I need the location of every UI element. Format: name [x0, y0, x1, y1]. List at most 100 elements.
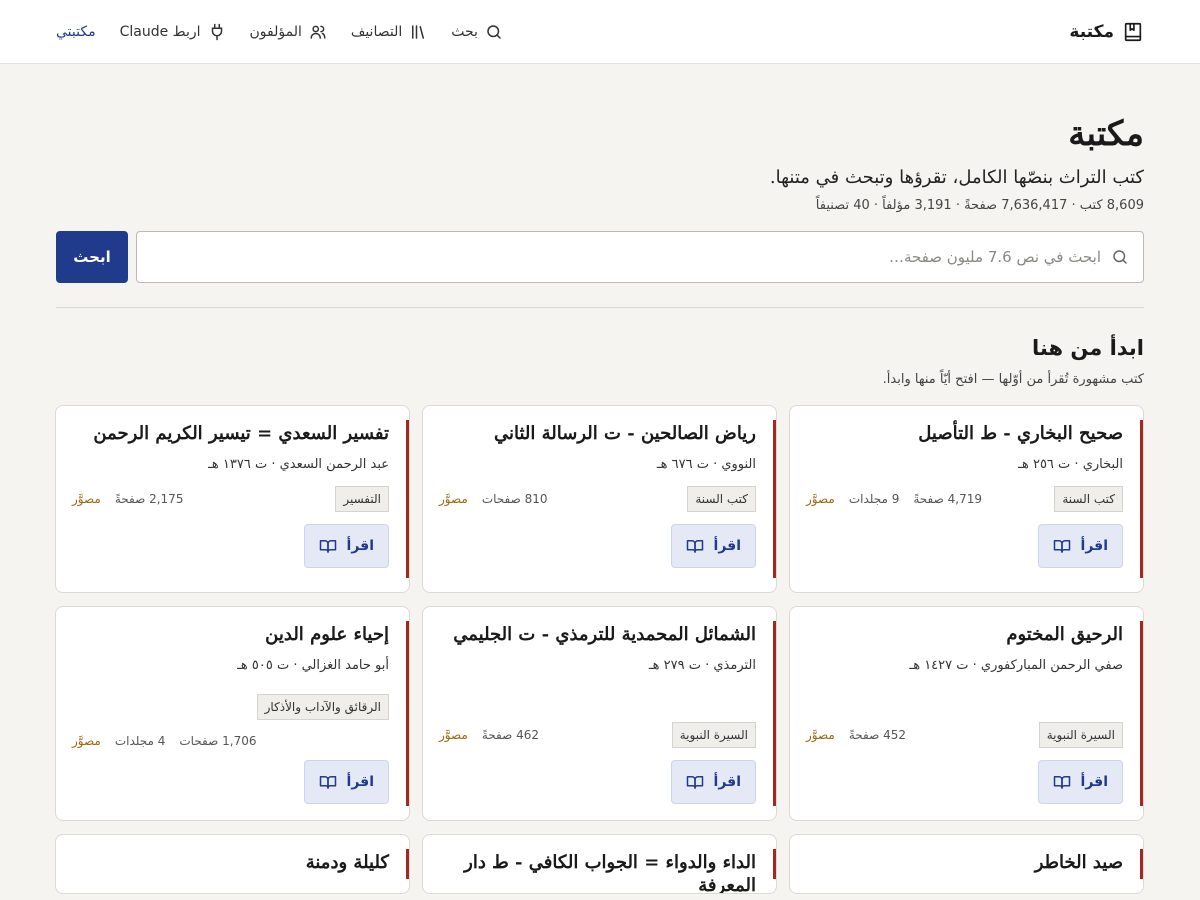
start-here-section: ابدأ من هنا كتب مشهورة تُقرأ من أوّلها —… — [56, 336, 1144, 387]
open-book-icon — [686, 540, 703, 553]
book-stats: 452 صفحةً مصوَّر — [806, 728, 906, 742]
volume-count: 9 مجلدات — [848, 492, 900, 507]
category-tag[interactable]: الرقائق والآداب والأذكار — [256, 693, 389, 720]
scanned-badge: مصوَّر — [439, 727, 468, 742]
section-subtitle: كتب مشهورة تُقرأ من أوّلها — افتح أيّاً … — [882, 371, 1144, 387]
book-title[interactable]: رياض الصالحين - ت الرسالة الثاني — [439, 422, 756, 445]
read-label: اقرأ — [1080, 538, 1108, 555]
open-book-icon — [319, 775, 336, 789]
book-card[interactable]: الداء والدواء = الجواب الكافي - ط دار ال… — [422, 833, 777, 894]
main-content: مكتبة كتب التراث بنصّها الكامل، تقرؤها و… — [0, 64, 1200, 894]
book-title[interactable]: كليلة ودمنة — [72, 851, 389, 874]
category-tag[interactable]: السيرة النبوية — [1038, 721, 1123, 748]
brand-label: مكتبة — [1069, 21, 1114, 42]
search-input[interactable] — [151, 247, 1101, 266]
read-label: اقرأ — [346, 773, 374, 790]
book-meta: السيرة النبوية 462 صفحةً مصوَّر — [439, 721, 756, 748]
book-title[interactable]: تفسير السعدي = تيسير الكريم الرحمن — [72, 422, 389, 445]
nav-connect-claude[interactable]: اربط Claude — [120, 23, 226, 41]
book-card[interactable]: إحياء علوم الدين أبو حامد الغزالي · ت ٥٠… — [55, 605, 410, 821]
book-card[interactable]: صيد الخاطر — [789, 833, 1144, 894]
plug-icon — [211, 23, 222, 40]
book-card[interactable]: صحيح البخاري - ط التأصيل البخاري · ت ٢٥٦… — [789, 404, 1144, 593]
hero: مكتبة كتب التراث بنصّها الكامل، تقرؤها و… — [56, 64, 1144, 283]
nav-search[interactable]: بحث — [451, 23, 503, 41]
book-meta: 1,706 صفحات 4 مجلدات مصوَّر — [72, 734, 389, 748]
page-count: 2,175 صفحةً — [114, 492, 184, 507]
book-stats: 4,719 صفحةً 9 مجلدات مصوَّر — [806, 492, 982, 506]
book-card[interactable]: الرحيق المختوم صفي الرحمن المباركفوري · … — [789, 605, 1144, 821]
book-meta: التفسير 2,175 صفحةً مصوَّر — [72, 486, 389, 513]
nav-authors-label: المؤلفون — [249, 23, 302, 40]
read-button[interactable]: اقرأ — [303, 524, 389, 569]
book-author: أبو حامد الغزالي · ت ٥٠٥ هـ — [237, 658, 389, 674]
book-title[interactable]: الرحيق المختوم — [806, 623, 1123, 646]
read-button[interactable]: اقرأ — [303, 759, 389, 804]
read-button[interactable]: اقرأ — [670, 759, 756, 804]
read-button[interactable]: اقرأ — [1037, 759, 1123, 804]
book-meta: كتب السنة 810 صفحات مصوَّر — [439, 486, 756, 513]
book-stats: 810 صفحات مصوَّر — [439, 492, 548, 506]
book-card[interactable]: الشمائل المحمدية للترمذي - ت الجليمي الت… — [422, 605, 777, 821]
top-bar: مكتبة بحث التصانيف المؤلفون اربط Claude … — [0, 0, 1200, 64]
book-stats: 2,175 صفحةً مصوَّر — [72, 492, 183, 506]
read-label: اقرأ — [713, 773, 741, 790]
nav-my-library-label: مكتبتي — [56, 23, 96, 40]
read-label: اقرأ — [346, 538, 374, 555]
book-title[interactable]: صيد الخاطر — [806, 851, 1123, 874]
library-stats: 8,609 كتب · 7,636,417 صفحةً · 3,191 مؤلف… — [815, 197, 1144, 213]
book-stats: 1,706 صفحات 4 مجلدات مصوَّر — [72, 734, 257, 748]
book-meta: كتب السنة 4,719 صفحةً 9 مجلدات مصوَّر — [806, 486, 1123, 513]
nav-authors[interactable]: المؤلفون — [250, 23, 327, 41]
search-icon — [1113, 250, 1127, 264]
book-author: الترمذي · ت ٢٧٩ هـ — [648, 658, 756, 674]
book-title[interactable]: الشمائل المحمدية للترمذي - ت الجليمي — [439, 623, 756, 646]
scanned-badge: مصوَّر — [72, 733, 101, 748]
open-book-icon — [1053, 540, 1070, 553]
page-title: مكتبة — [1068, 114, 1144, 154]
nav-my-library[interactable]: مكتبتي — [56, 24, 96, 40]
brand[interactable]: مكتبة — [1069, 21, 1144, 43]
page-subtitle: كتب التراث بنصّها الكامل، تقرؤها وتبحث ف… — [769, 166, 1144, 188]
card-footer: السيرة النبوية 452 صفحةً مصوَّر اقرأ — [806, 721, 1123, 804]
open-book-icon — [319, 540, 336, 553]
category-tag[interactable]: كتب السنة — [687, 486, 756, 513]
book-title[interactable]: صحيح البخاري - ط التأصيل — [806, 422, 1123, 445]
volume-count: 4 مجلدات — [114, 733, 166, 748]
page-count: 4,719 صفحةً — [913, 492, 982, 507]
book-card[interactable]: رياض الصالحين - ت الرسالة الثاني النووي … — [422, 404, 777, 593]
nav-search-label: بحث — [451, 23, 478, 40]
book-card[interactable]: كليلة ودمنة — [55, 833, 410, 894]
book-meta: السيرة النبوية 452 صفحةً مصوَّر — [806, 721, 1123, 748]
read-button[interactable]: اقرأ — [670, 524, 756, 569]
category-tag[interactable]: السيرة النبوية — [671, 721, 756, 748]
search-button[interactable]: ابحث — [56, 230, 128, 283]
read-label: اقرأ — [713, 538, 741, 555]
nav-connect-claude-label: اربط Claude — [119, 23, 201, 40]
page-count: 452 صفحةً — [848, 727, 906, 742]
card-footer: الرقائق والآداب والأذكار 1,706 صفحات 4 م… — [72, 693, 389, 804]
book-title[interactable]: إحياء علوم الدين — [72, 623, 389, 646]
book-card[interactable]: تفسير السعدي = تيسير الكريم الرحمن عبد ا… — [55, 404, 410, 593]
book-author: البخاري · ت ٢٥٦ هـ — [1018, 457, 1123, 473]
scanned-badge: مصوَّر — [806, 492, 835, 507]
page-count: 462 صفحةً — [481, 727, 539, 742]
book-author: صفي الرحمن المباركفوري · ت ١٤٢٧ هـ — [909, 658, 1123, 674]
book-icon — [1124, 22, 1142, 41]
card-footer: السيرة النبوية 462 صفحةً مصوَّر اقرأ — [439, 721, 756, 804]
library-icon — [412, 24, 425, 39]
book-title[interactable]: الداء والدواء = الجواب الكافي - ط دار ال… — [439, 851, 756, 893]
read-label: اقرأ — [1080, 773, 1108, 790]
category-tag[interactable]: التفسير — [335, 486, 389, 513]
book-author: عبد الرحمن السعدي · ت ١٣٧٦ هـ — [208, 457, 389, 473]
search-icon — [487, 24, 501, 39]
category-tag[interactable]: كتب السنة — [1054, 486, 1123, 513]
page-count: 810 صفحات — [481, 492, 548, 507]
open-book-icon — [1053, 775, 1070, 789]
search-box — [136, 230, 1144, 283]
book-stats: 462 صفحةً مصوَّر — [439, 728, 539, 742]
page-count: 1,706 صفحات — [179, 733, 257, 748]
nav-categories[interactable]: التصانيف — [351, 23, 427, 41]
read-button[interactable]: اقرأ — [1037, 524, 1123, 569]
scanned-badge: مصوَّر — [439, 492, 468, 507]
